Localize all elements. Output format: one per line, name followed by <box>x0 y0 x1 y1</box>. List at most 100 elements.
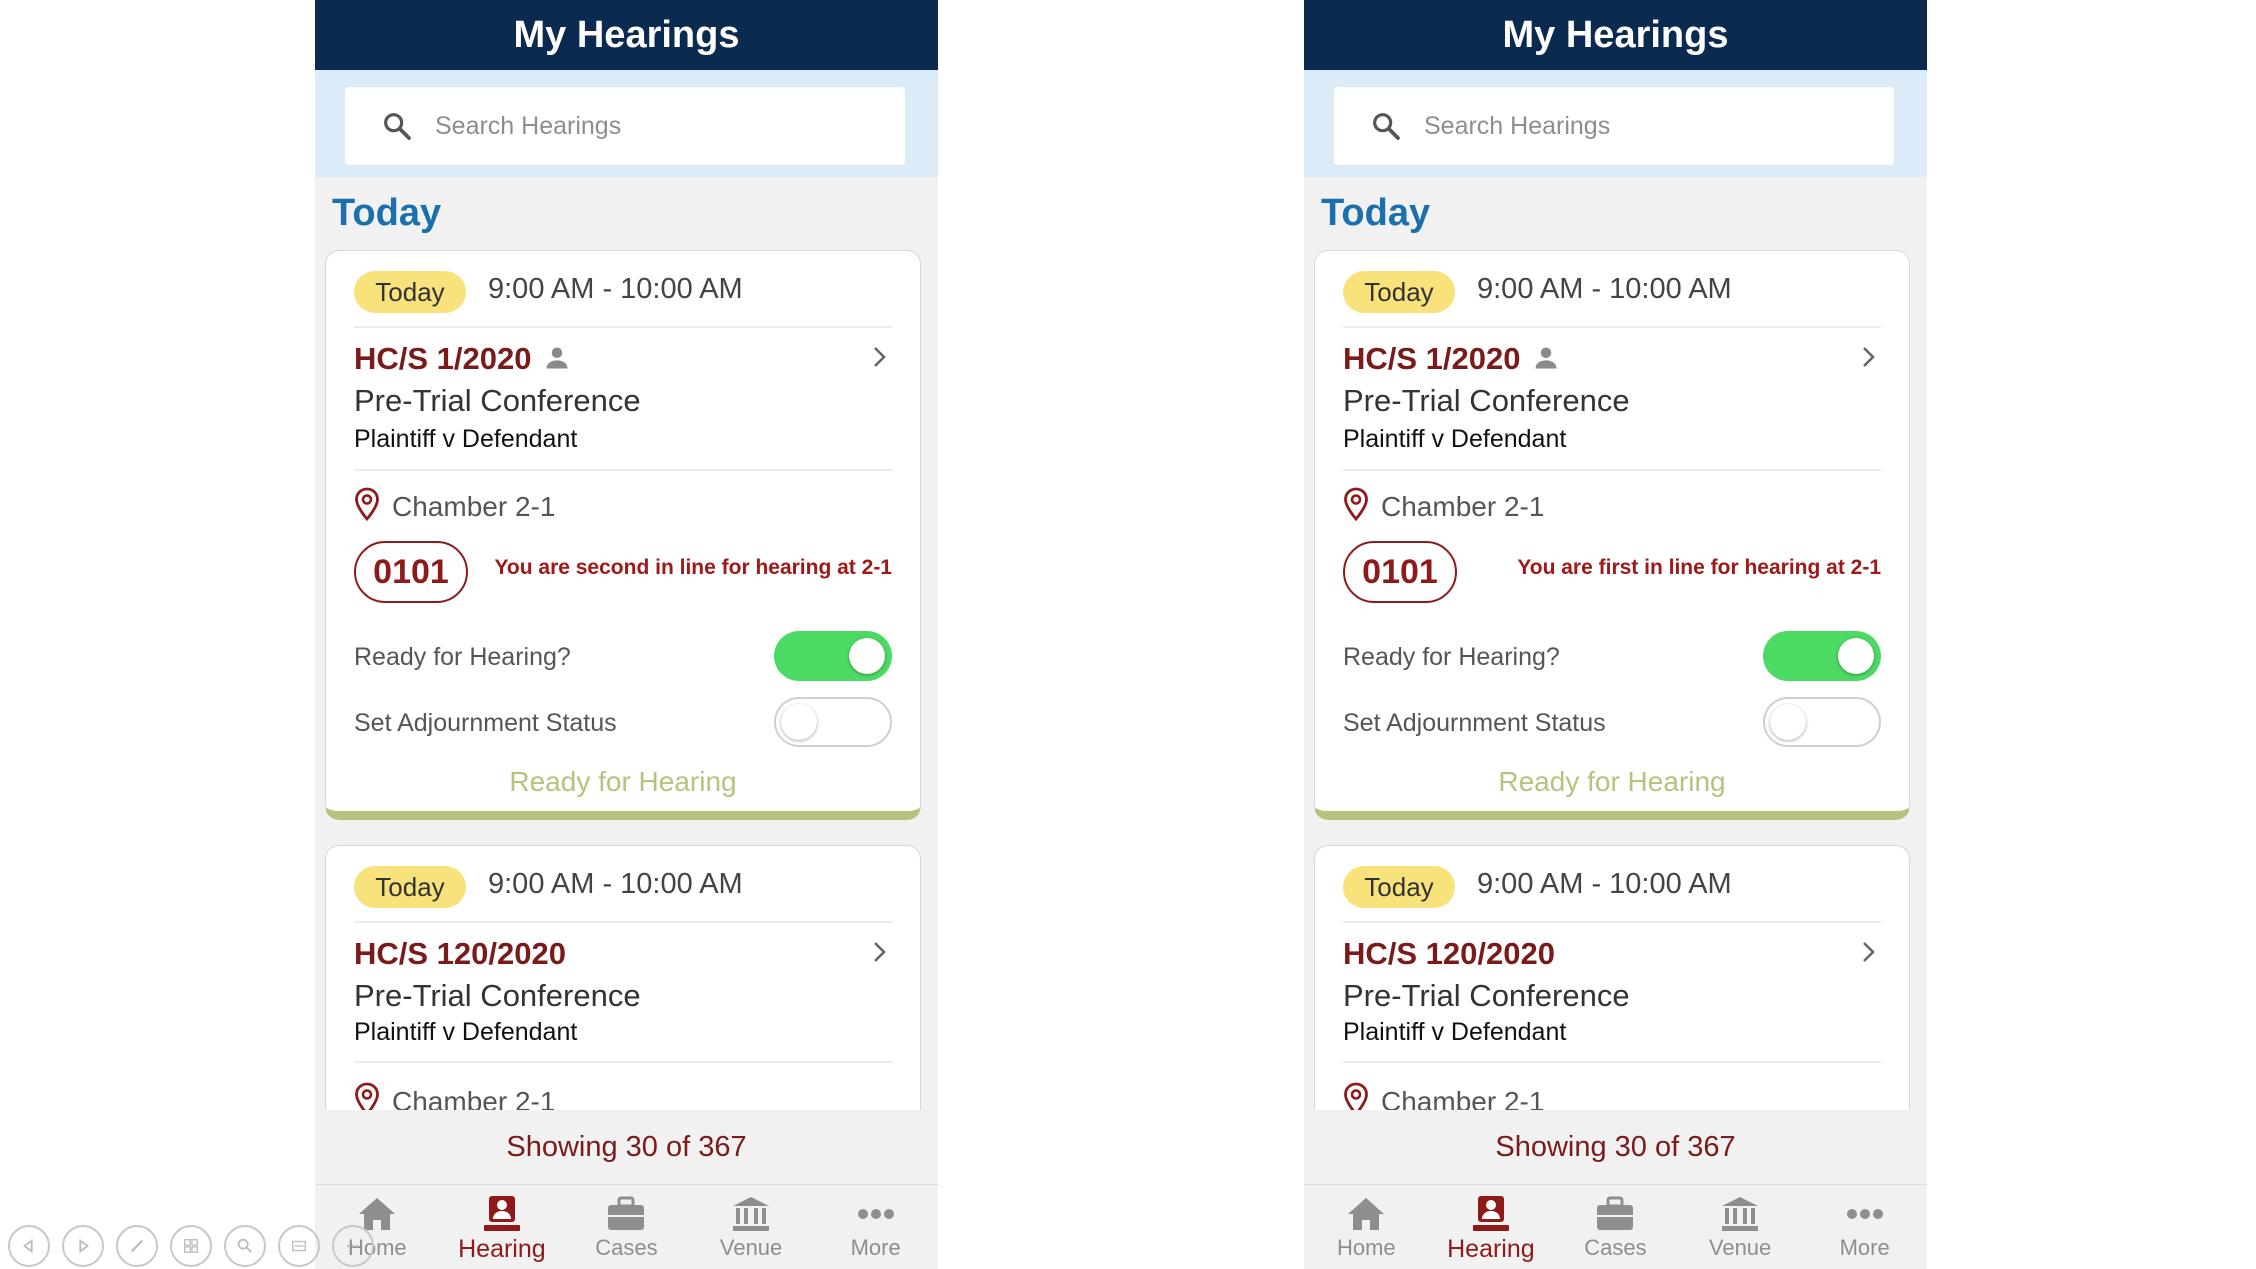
slides-grid-icon[interactable] <box>170 1225 212 1267</box>
briefcase-icon <box>1597 1196 1634 1230</box>
tab-venue[interactable]: Venue <box>689 1185 814 1269</box>
today-badge: Today <box>354 271 466 313</box>
queue-number-badge: 0101 <box>1343 541 1457 603</box>
hearing-time: 9:00 AM - 10:00 AM <box>1477 868 1732 900</box>
toggle-knob <box>781 704 817 740</box>
tab-hearing[interactable]: Hearing <box>1429 1185 1554 1269</box>
tab-label: Cases <box>595 1235 658 1260</box>
ready-for-hearing-toggle[interactable] <box>1763 631 1881 681</box>
location-label: Chamber 2-1 <box>392 491 556 522</box>
chevron-right-icon[interactable] <box>1859 938 1879 966</box>
case-parties: Plaintiff v Defendant <box>354 1018 578 1046</box>
hearing-type: Pre-Trial Conference <box>354 978 641 1013</box>
more-dots-icon <box>1846 1209 1883 1219</box>
divider <box>354 1061 892 1063</box>
case-number-link[interactable]: HC/S 120/2020 <box>354 936 566 972</box>
case-number-link[interactable]: HC/S 1/2020 <box>354 341 532 377</box>
ready-for-hearing-label: Ready for Hearing? <box>1343 643 1560 671</box>
adjournment-status-label: Set Adjournment Status <box>354 709 617 737</box>
today-badge: Today <box>1343 271 1455 313</box>
tab-label: More <box>1839 1235 1890 1260</box>
previous-icon[interactable] <box>8 1225 50 1267</box>
queue-message: You are second in line for hearing at 2-… <box>494 556 892 579</box>
tab-more[interactable]: More <box>1802 1185 1927 1269</box>
section-title-today: Today <box>1321 192 1431 234</box>
adjournment-status-toggle[interactable] <box>1763 697 1881 747</box>
hearing-type: Pre-Trial Conference <box>1343 978 1630 1013</box>
bottom-tab-bar: Home Hearing Cases Venue More <box>315 1184 938 1269</box>
location-label: Chamber 2-1 <box>1381 491 1545 522</box>
ready-status-text: Ready for Hearing <box>509 766 737 797</box>
case-number-link[interactable]: HC/S 120/2020 <box>1343 936 1555 972</box>
today-badge: Today <box>1343 866 1455 908</box>
case-parties: Plaintiff v Defendant <box>354 425 578 453</box>
tab-cases[interactable]: Cases <box>564 1185 689 1269</box>
ready-for-hearing-toggle[interactable] <box>774 631 892 681</box>
subtitles-icon[interactable] <box>278 1225 320 1267</box>
chevron-right-icon[interactable] <box>1859 343 1879 371</box>
briefcase-icon <box>608 1196 645 1230</box>
slideshow-controls <box>8 1225 374 1267</box>
hearing-time: 9:00 AM - 10:00 AM <box>1477 273 1732 305</box>
case-parties: Plaintiff v Defendant <box>1343 1018 1567 1046</box>
divider <box>1343 326 1881 328</box>
toggle-knob <box>849 638 885 674</box>
hearing-type: Pre-Trial Conference <box>354 383 641 418</box>
results-count: Showing 30 of 367 <box>1304 1110 1927 1184</box>
page-title: My Hearings <box>513 13 740 56</box>
hearing-time: 9:00 AM - 10:00 AM <box>488 273 743 305</box>
tab-label: Venue <box>1708 1235 1772 1260</box>
search-area <box>1304 70 1927 177</box>
tab-label: Cases <box>1584 1235 1647 1260</box>
tab-label: Home <box>1336 1235 1396 1260</box>
more-options-icon[interactable] <box>332 1225 374 1267</box>
search-bar[interactable] <box>345 87 905 165</box>
courthouse-icon <box>1722 1197 1759 1231</box>
ready-status-text: Ready for Hearing <box>1498 766 1726 797</box>
tab-label: Hearing <box>458 1235 546 1263</box>
chevron-right-icon[interactable] <box>870 938 890 966</box>
divider <box>1343 1061 1881 1063</box>
adjournment-status-label: Set Adjournment Status <box>1343 709 1606 737</box>
phone-screen-2: My Hearings Today Today 9:00 AM - 10:00 … <box>1304 0 1927 1269</box>
search-bar[interactable] <box>1334 87 1894 165</box>
search-input[interactable] <box>1422 100 1866 152</box>
case-parties: Plaintiff v Defendant <box>1343 425 1567 453</box>
divider <box>1343 921 1881 923</box>
app-header: My Hearings <box>315 0 938 70</box>
search-icon <box>1370 110 1402 142</box>
hearing-time: 9:00 AM - 10:00 AM <box>488 868 743 900</box>
tab-home[interactable]: Home <box>1304 1185 1429 1269</box>
phone-screen-1: My Hearings Today Today 9:00 AM - 10:00 … <box>315 0 938 1269</box>
adjournment-status-toggle[interactable] <box>774 697 892 747</box>
hearing-type: Pre-Trial Conference <box>1343 383 1630 418</box>
tab-cases[interactable]: Cases <box>1553 1185 1678 1269</box>
hearing-card[interactable]: Today 9:00 AM - 10:00 AM HC/S 1/2020 Pre… <box>325 250 921 820</box>
tab-label: Hearing <box>1447 1235 1535 1263</box>
tab-more[interactable]: More <box>813 1185 938 1269</box>
more-dots-icon <box>857 1209 894 1219</box>
tab-hearing[interactable]: Hearing <box>440 1185 565 1269</box>
tab-venue[interactable]: Venue <box>1678 1185 1803 1269</box>
page-title: My Hearings <box>1502 13 1729 56</box>
chevron-right-icon[interactable] <box>870 343 890 371</box>
tab-label: Venue <box>719 1235 783 1260</box>
courthouse-icon <box>733 1197 770 1231</box>
hearing-icon <box>483 1196 520 1231</box>
next-icon[interactable] <box>62 1225 104 1267</box>
toggle-knob <box>1770 704 1806 740</box>
queue-number-badge: 0101 <box>354 541 468 603</box>
tab-label: More <box>850 1235 901 1260</box>
search-icon <box>381 110 413 142</box>
search-input[interactable] <box>433 100 877 152</box>
divider <box>1343 469 1881 471</box>
zoom-icon[interactable] <box>224 1225 266 1267</box>
divider <box>354 921 892 923</box>
hearing-icon <box>1472 1196 1509 1231</box>
case-number-link[interactable]: HC/S 1/2020 <box>1343 341 1521 377</box>
hearing-card[interactable]: Today 9:00 AM - 10:00 AM HC/S 1/2020 Pre… <box>1314 250 1910 820</box>
app-header: My Hearings <box>1304 0 1927 70</box>
toggle-knob <box>1838 638 1874 674</box>
pen-icon[interactable] <box>116 1225 158 1267</box>
person-icon <box>1532 344 1560 372</box>
